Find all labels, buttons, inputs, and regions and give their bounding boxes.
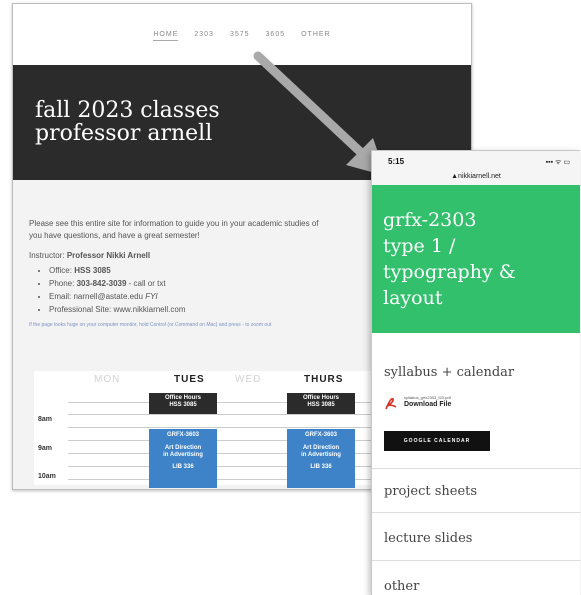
course-block-thurs: GRFX-3603 Art Direction in Advertising L… — [287, 429, 355, 488]
day-wed: WED — [235, 374, 262, 385]
mobile-screenshot: 5:15 ▪▪▪ ᯤ ▭ ▲nikkiarnell.net grfx-2303 … — [371, 150, 580, 595]
office-hours-label: Office Hours — [164, 395, 201, 401]
course-code: GRFX-3603 — [166, 432, 199, 438]
menu-syllabus-calendar[interactable]: syllabus + calendar — [372, 365, 514, 380]
office-hours-label: Office Hours — [302, 395, 339, 401]
course-code: GRFX-3603 — [304, 432, 337, 438]
nav-home[interactable]: HOME — [153, 29, 179, 41]
course-room: LIB 336 — [172, 464, 194, 470]
office-value: HSS 3085 — [74, 266, 111, 275]
course-block-tues: GRFX-3603 Art Direction in Advertising L… — [149, 429, 217, 488]
nav-3575[interactable]: 3575 — [230, 29, 250, 40]
email-link[interactable]: narnell@astate.edu — [73, 292, 143, 301]
menu-other[interactable]: other — [372, 579, 419, 594]
email-note: FYI — [145, 292, 158, 301]
course-title-line-2: type 1 / — [383, 235, 456, 257]
site-label: Professional Site: — [49, 305, 112, 314]
course-title-line-2: in Advertising — [301, 452, 341, 458]
top-navigation: HOME 2303 3575 3605 OTHER — [13, 4, 471, 65]
office-label: Office: — [49, 266, 72, 275]
phone-label: Phone: — [49, 279, 75, 288]
day-thurs: THURS — [304, 374, 344, 385]
time-9am: 9am — [38, 445, 53, 452]
nav-3605[interactable]: 3605 — [266, 29, 286, 40]
google-calendar-button[interactable]: GOOGLE CALENDAR — [384, 431, 490, 451]
phone-note: - call or txt — [126, 279, 166, 288]
course-title-line-1: grfx-2303 — [383, 209, 477, 231]
mobile-hero: grfx-2303 type 1 / typography & layout — [372, 185, 580, 333]
course-title-line-1: Art Direction — [302, 445, 340, 451]
url-bar[interactable]: ▲nikkiarnell.net — [372, 173, 580, 180]
menu-lecture-slides[interactable]: lecture slides — [372, 531, 472, 546]
download-file-link[interactable]: Download File — [404, 401, 451, 408]
signal-wifi-battery-icon: ▪▪▪ ᯤ ▭ — [545, 159, 570, 166]
course-title: grfx-2303 type 1 / typography & layout — [383, 207, 516, 311]
site-link[interactable]: www.nikkiarnell.com — [114, 305, 186, 314]
course-title-line-3: typography & — [383, 261, 516, 283]
menu-project-sheets[interactable]: project sheets — [372, 484, 477, 499]
phone-value: 303-842-3039 — [76, 279, 127, 288]
instructor-name: Professor Nikki Arnell — [66, 251, 151, 260]
office-hours-room: HSS 3085 — [169, 402, 197, 408]
time-8am: 8am — [38, 416, 53, 423]
menu-divider — [372, 560, 580, 561]
course-room: LIB 336 — [310, 464, 332, 470]
status-time: 5:15 — [388, 157, 405, 166]
mobile-status-bar: 5:15 ▪▪▪ ᯤ ▭ ▲nikkiarnell.net — [372, 151, 580, 185]
time-10am: 10am — [38, 473, 56, 480]
office-hours-block-thurs: Office Hours HSS 3085 — [287, 393, 355, 414]
course-title-line-2: in Advertising — [163, 452, 203, 458]
course-title-line-1: Art Direction — [164, 445, 202, 451]
page-title-line-1: fall 2023 classes — [35, 98, 220, 123]
file-name: syllabus_grfx2303_f23.pdf — [404, 395, 451, 400]
menu-divider — [372, 468, 580, 469]
nav-2303[interactable]: 2303 — [194, 29, 214, 40]
course-title-line-4: layout — [383, 287, 443, 309]
day-tues: TUES — [174, 374, 205, 385]
page-title: fall 2023 classes professor arnell — [35, 99, 220, 145]
pdf-icon — [385, 397, 397, 410]
office-hours-room: HSS 3085 — [307, 402, 335, 408]
menu-divider — [372, 512, 580, 513]
office-hours-block-tues: Office Hours HSS 3085 — [149, 393, 217, 414]
nav-other[interactable]: OTHER — [301, 29, 331, 40]
instructor-label: Instructor: — [29, 251, 65, 260]
email-label: Email: — [49, 292, 72, 301]
day-mon: MON — [94, 374, 121, 385]
page-title-line-2: professor arnell — [35, 121, 213, 146]
